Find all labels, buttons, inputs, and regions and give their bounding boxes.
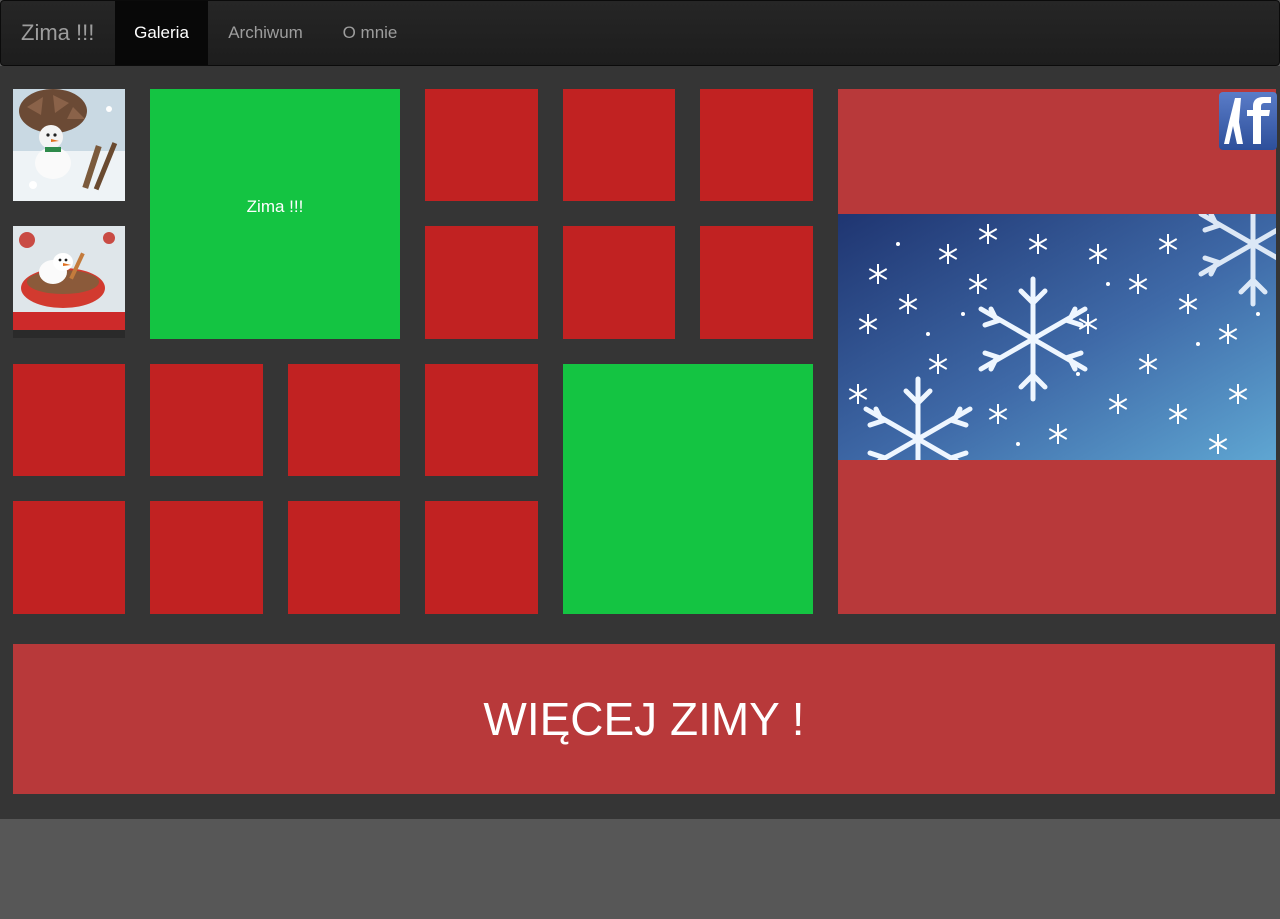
red-tile[interactable] [563, 89, 675, 201]
red-tile[interactable] [425, 501, 538, 614]
gallery-stage: Zima !!! WIĘCEJ ZIMY ! [0, 66, 1280, 819]
red-tile[interactable] [13, 364, 125, 476]
brand-link[interactable]: Zima !!! [21, 1, 94, 65]
red-tile[interactable] [425, 226, 538, 339]
nav-item-galeria[interactable]: Galeria [115, 1, 208, 65]
fb-logo-icon-graphic [1219, 92, 1277, 150]
red-tile[interactable] [288, 364, 400, 476]
marshmallow-snowman-thumbnail[interactable] [13, 226, 125, 338]
snowflakes-image [838, 214, 1276, 460]
snowman-pinecone-photo [13, 89, 125, 201]
snowman-pinecone-thumbnail[interactable] [13, 89, 125, 201]
banner-text: WIĘCEJ ZIMY ! [483, 693, 805, 745]
red-tile[interactable] [700, 89, 813, 201]
nav-item-o-mnie[interactable]: O mnie [323, 1, 417, 65]
navbar: Zima !!! Galeria Archiwum O mnie [0, 0, 1280, 66]
red-tile[interactable] [425, 364, 538, 476]
red-tile[interactable] [425, 89, 538, 201]
red-tile[interactable] [150, 364, 263, 476]
red-tile[interactable] [700, 226, 813, 339]
green-tile[interactable] [563, 364, 813, 614]
red-tile[interactable] [150, 501, 263, 614]
nav-item-archiwum[interactable]: Archiwum [208, 1, 323, 65]
snowflakes-photo [838, 214, 1276, 460]
marshmallow-snowman-mug-photo [13, 226, 125, 338]
featured-panel[interactable] [838, 89, 1277, 614]
red-tile[interactable] [288, 501, 400, 614]
fb-logo-icon[interactable] [1219, 92, 1277, 150]
green-tile-label: Zima !!! [246, 197, 304, 216]
green-tile-title[interactable]: Zima !!! [150, 89, 400, 339]
more-winter-banner[interactable]: WIĘCEJ ZIMY ! [13, 644, 1275, 794]
red-tile[interactable] [13, 501, 125, 614]
red-tile[interactable] [563, 226, 675, 339]
